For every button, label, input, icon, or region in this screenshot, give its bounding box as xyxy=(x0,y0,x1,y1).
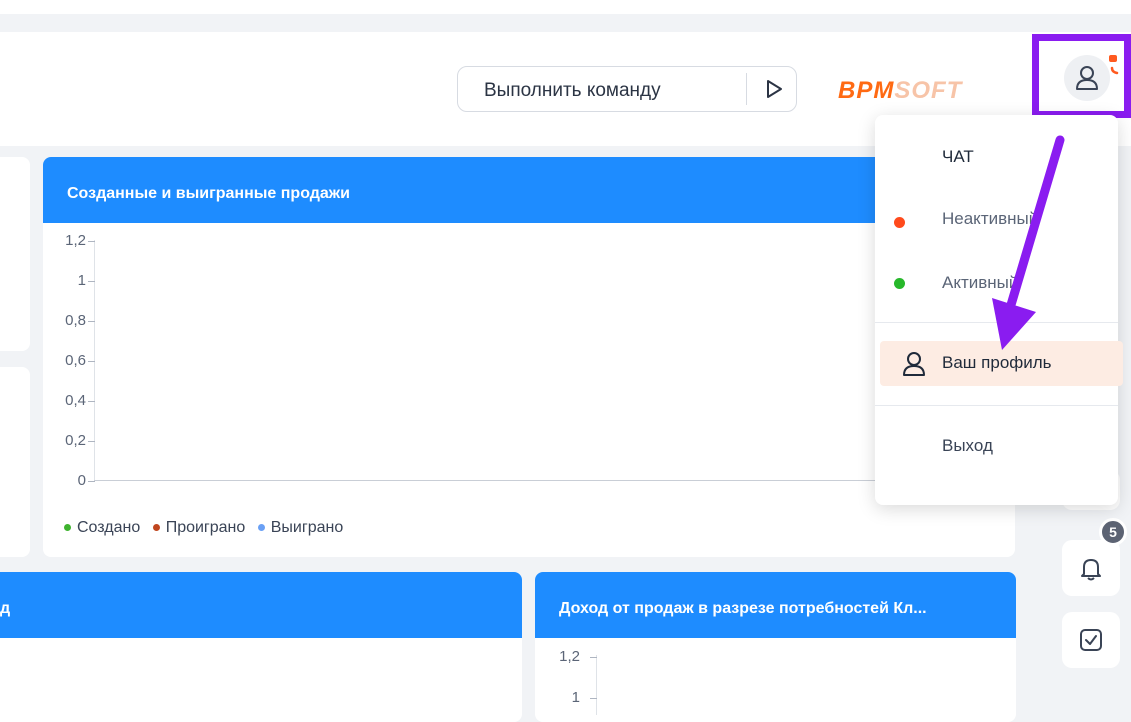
status-dot-inactive xyxy=(894,217,905,228)
bell-icon xyxy=(1081,559,1101,581)
y-tick xyxy=(590,657,597,658)
y-tick xyxy=(88,281,95,282)
tasks-button[interactable] xyxy=(1062,612,1120,668)
command-divider xyxy=(746,73,747,105)
bottom-left-card: д xyxy=(0,572,522,722)
menu-divider xyxy=(875,322,1118,323)
chart-x-axis xyxy=(94,480,934,481)
menu-item-profile-label: Ваш профиль xyxy=(942,353,1052,372)
y-tick xyxy=(88,241,95,242)
y-tick xyxy=(88,481,95,482)
command-label: Выполнить команду xyxy=(484,80,661,101)
bottom-right-card-title: Доход от продаж в разрезе потребностей К… xyxy=(535,572,1016,638)
y-tick xyxy=(88,441,95,442)
chart-card-title: Созданные и выигранные продажи xyxy=(43,157,1015,223)
checkbox-icon xyxy=(1080,629,1102,651)
legend-item[interactable]: Создано xyxy=(64,519,140,536)
command-input[interactable]: Выполнить команду xyxy=(457,66,797,112)
menu-item-status-inactive[interactable]: Неактивный xyxy=(942,209,1038,229)
chart-legend: Создано Проиграно Выиграно xyxy=(64,519,351,537)
y-tick xyxy=(88,361,95,362)
left-card-stub xyxy=(0,157,30,351)
chart-y-axis xyxy=(596,655,597,715)
y-tick xyxy=(88,321,95,322)
y-tick-label: 0,6 xyxy=(65,352,86,369)
bottom-left-card-title: д xyxy=(0,572,522,638)
legend-item[interactable]: Проиграно xyxy=(152,519,245,536)
y-tick-label: 1 xyxy=(77,272,86,289)
y-tick-label: 1,2 xyxy=(65,232,86,249)
legend-dot xyxy=(64,524,71,532)
y-tick-label: 0,2 xyxy=(65,432,86,449)
left-card-stub xyxy=(0,367,30,557)
y-tick-label: 1,2 xyxy=(559,648,580,665)
menu-item-status-active[interactable]: Активный xyxy=(942,273,1018,293)
y-tick-label: 0 xyxy=(77,472,86,489)
y-tick xyxy=(590,698,597,699)
menu-divider xyxy=(875,405,1118,406)
user-icon xyxy=(903,352,925,376)
profile-highlight-box xyxy=(1032,34,1131,118)
y-tick xyxy=(88,401,95,402)
status-dot-active xyxy=(894,278,905,289)
top-strip xyxy=(0,0,1131,14)
menu-section-title: ЧАТ xyxy=(942,147,974,166)
play-icon[interactable] xyxy=(762,77,786,101)
y-tick-label: 0,8 xyxy=(65,312,86,329)
profile-dropdown-menu: ЧАТ Неактивный Активный Ваш профиль Выхо… xyxy=(875,115,1123,505)
y-tick-label: 0,4 xyxy=(65,392,86,409)
legend-dot xyxy=(257,524,265,532)
menu-item-profile[interactable]: Ваш профиль xyxy=(880,341,1123,386)
brand-logo: BPMSOFT xyxy=(838,77,963,104)
bottom-right-card: Доход от продаж в разрезе потребностей К… xyxy=(535,572,1016,722)
menu-item-logout[interactable]: Выход xyxy=(942,436,993,456)
notifications-button[interactable] xyxy=(1062,540,1120,596)
legend-item[interactable]: Выиграно xyxy=(257,519,343,536)
notification-count-badge: 5 xyxy=(1099,518,1127,546)
chart-card: Созданные и выигранные продажи xyxy=(43,157,1015,557)
y-tick-label: 1 xyxy=(571,689,580,706)
legend-dot xyxy=(152,524,160,532)
